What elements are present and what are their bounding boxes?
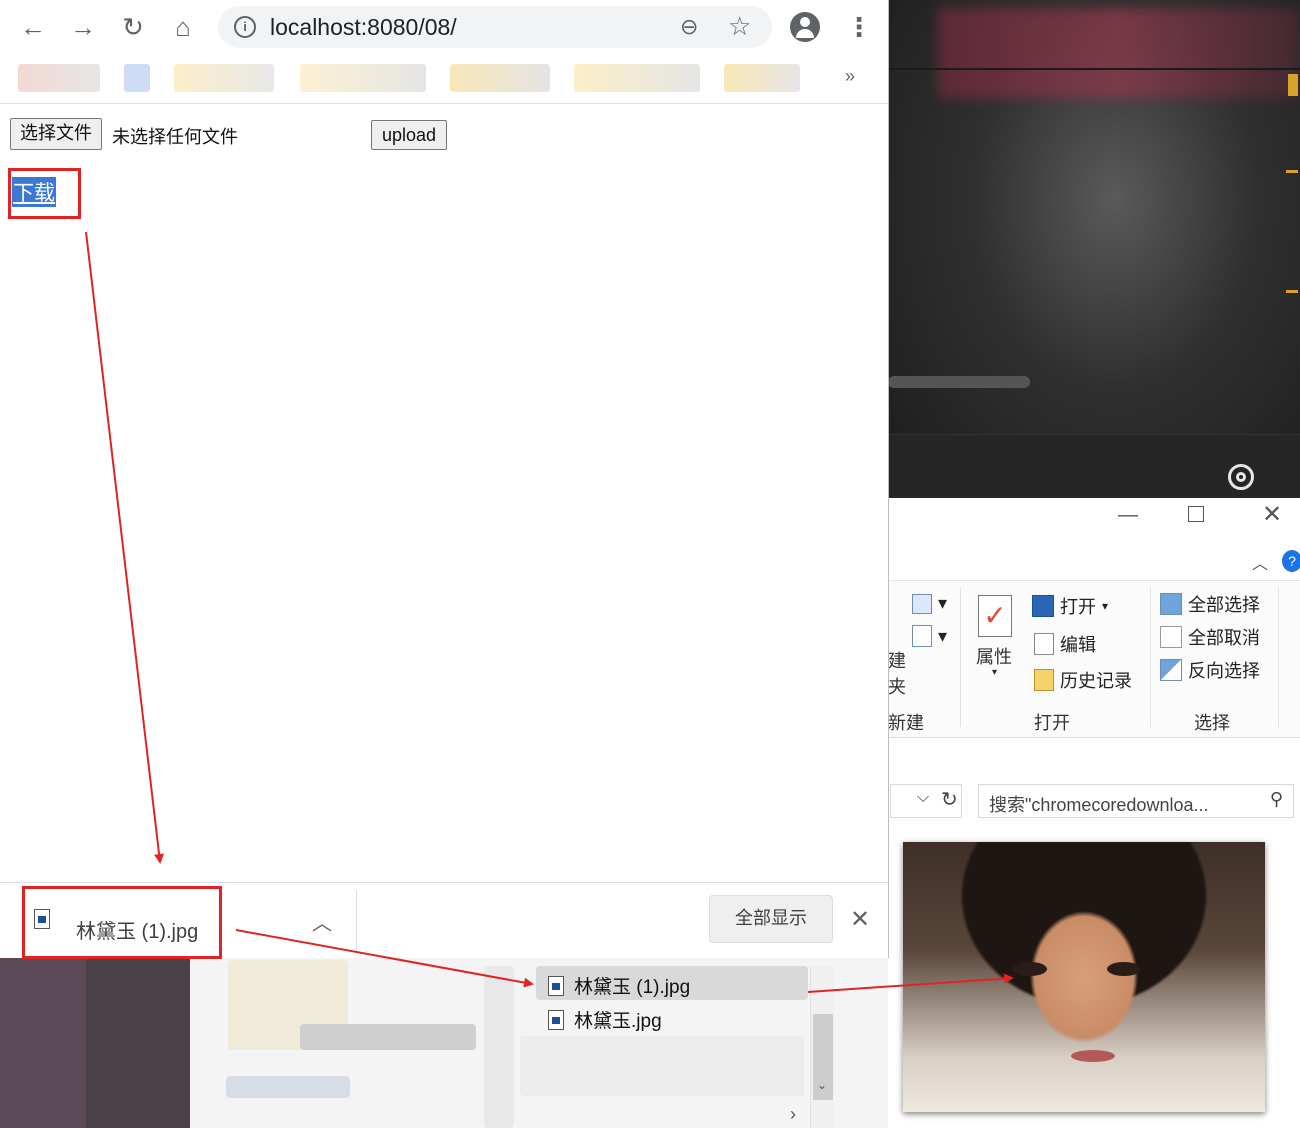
ribbon-group-open-label: 打开 (1034, 713, 1070, 733)
properties-button[interactable]: ✓ 属性 ▾ (974, 591, 1018, 678)
background-video-area (888, 0, 1300, 498)
annotation-box-download-item (22, 886, 222, 959)
select-all-button[interactable]: 全部选择 (1160, 591, 1260, 617)
copy-path-icon[interactable]: ▾ (912, 593, 947, 614)
profile-avatar-icon[interactable] (790, 12, 820, 42)
ribbon-partial-text: 夹 (888, 677, 906, 697)
image-file-icon (548, 1009, 564, 1030)
select-none-icon (1160, 626, 1182, 648)
image-icon (1032, 595, 1054, 617)
refresh-icon[interactable]: ↻ (941, 787, 958, 812)
more-menu-icon[interactable]: ⋮ (846, 10, 872, 44)
history-icon (1034, 669, 1054, 691)
chevron-up-icon[interactable]: ︿ (1252, 550, 1268, 574)
url-text[interactable]: localhost:8080/08/ (270, 14, 457, 41)
choose-file-button[interactable]: 选择文件 (10, 118, 102, 150)
bookmark-item[interactable] (300, 64, 426, 92)
file-list-item[interactable]: 林黛玉 (1).jpg (548, 972, 690, 999)
target-icon[interactable] (1228, 464, 1254, 490)
show-all-button[interactable]: 全部显示 (709, 895, 833, 943)
zoom-icon[interactable]: ⊖ (680, 14, 698, 40)
invert-selection-icon (1160, 659, 1182, 681)
help-icon[interactable]: ? (1282, 550, 1300, 572)
browser-toolbar: ← → ↻ ⌂ i localhost:8080/08/ ⊖ ☆ ⋮ (0, 0, 888, 54)
background-thumbnail (0, 958, 190, 1128)
star-icon[interactable]: ☆ (728, 11, 751, 42)
ribbon-group-new-label: 新建 (888, 713, 924, 733)
image-file-icon (548, 975, 564, 996)
select-all-icon (1160, 593, 1182, 615)
minimize-icon[interactable]: — (1118, 504, 1138, 527)
paste-shortcut-icon[interactable]: ▾ (912, 625, 947, 647)
bookmark-item[interactable] (124, 64, 150, 92)
image-preview (903, 842, 1265, 1112)
chevron-up-icon[interactable]: ︿ (312, 907, 332, 936)
more-bookmarks-icon[interactable]: » (845, 66, 855, 87)
address-bar[interactable]: ⌵ ↻ (890, 784, 962, 818)
close-icon[interactable]: ✕ (850, 905, 870, 934)
open-button[interactable]: 打开 ▾ (1032, 593, 1108, 619)
file-list-item[interactable]: 林黛玉.jpg (548, 1006, 662, 1033)
file-list-scrollbar[interactable]: ⌄ (810, 966, 834, 1128)
search-icon[interactable]: ⚲ (1270, 789, 1283, 810)
upload-button[interactable]: upload (371, 120, 448, 150)
edit-icon (1034, 633, 1054, 655)
edit-button[interactable]: 编辑 (1034, 631, 1096, 657)
bookmark-item[interactable] (724, 64, 800, 92)
address-row: ⌵ ↻ 搜索"chromecoredownloa... ⚲ (888, 778, 1300, 822)
bookmark-item[interactable] (574, 64, 700, 92)
ribbon-partial-text: 建 (888, 651, 906, 671)
bookmark-item[interactable] (450, 64, 550, 92)
checkmark-icon: ✓ (978, 595, 1012, 637)
address-bar[interactable]: i localhost:8080/08/ ⊖ ☆ (218, 6, 772, 48)
chevron-down-icon: ▾ (992, 667, 998, 678)
no-file-text: 未选择任何文件 (112, 127, 238, 148)
close-icon[interactable]: ✕ (1262, 500, 1282, 529)
chevron-down-icon[interactable]: ⌵ (917, 789, 929, 807)
reload-icon[interactable]: ↻ (116, 10, 150, 44)
history-button[interactable]: 历史记录 (1034, 667, 1132, 693)
maximize-icon[interactable] (1188, 506, 1204, 522)
annotation-box-download-link (8, 168, 81, 219)
home-icon[interactable]: ⌂ (166, 10, 200, 44)
back-arrow-icon[interactable]: ← (16, 10, 50, 44)
invert-selection-button[interactable]: 反向选择 (1160, 657, 1260, 683)
bookmark-item[interactable] (174, 64, 274, 92)
select-none-button[interactable]: 全部取消 (1160, 624, 1260, 650)
video-scrollbar[interactable] (888, 376, 1030, 388)
info-icon[interactable]: i (234, 16, 256, 38)
search-input[interactable]: 搜索"chromecoredownloa... ⚲ (978, 784, 1294, 818)
ribbon-group-select-label: 选择 (1194, 713, 1230, 733)
bookmark-item[interactable] (18, 64, 100, 92)
bookmarks-bar: » (0, 54, 888, 104)
forward-arrow-icon[interactable]: → (66, 10, 100, 44)
chevron-right-icon[interactable]: › (790, 1104, 796, 1125)
chevron-down-icon[interactable]: ⌄ (817, 1078, 827, 1092)
page-content: 选择文件 未选择任何文件 upload 下载 (0, 105, 888, 881)
explorer-ribbon: ▾ ▾ 建 夹 新建 ✓ 属性 ▾ 打开 ▾ 编辑 历史记录 打开 全部选择 全部… (888, 580, 1300, 738)
browser-window: ← → ↻ ⌂ i localhost:8080/08/ ⊖ ☆ ⋮ » 选择文… (0, 0, 889, 958)
